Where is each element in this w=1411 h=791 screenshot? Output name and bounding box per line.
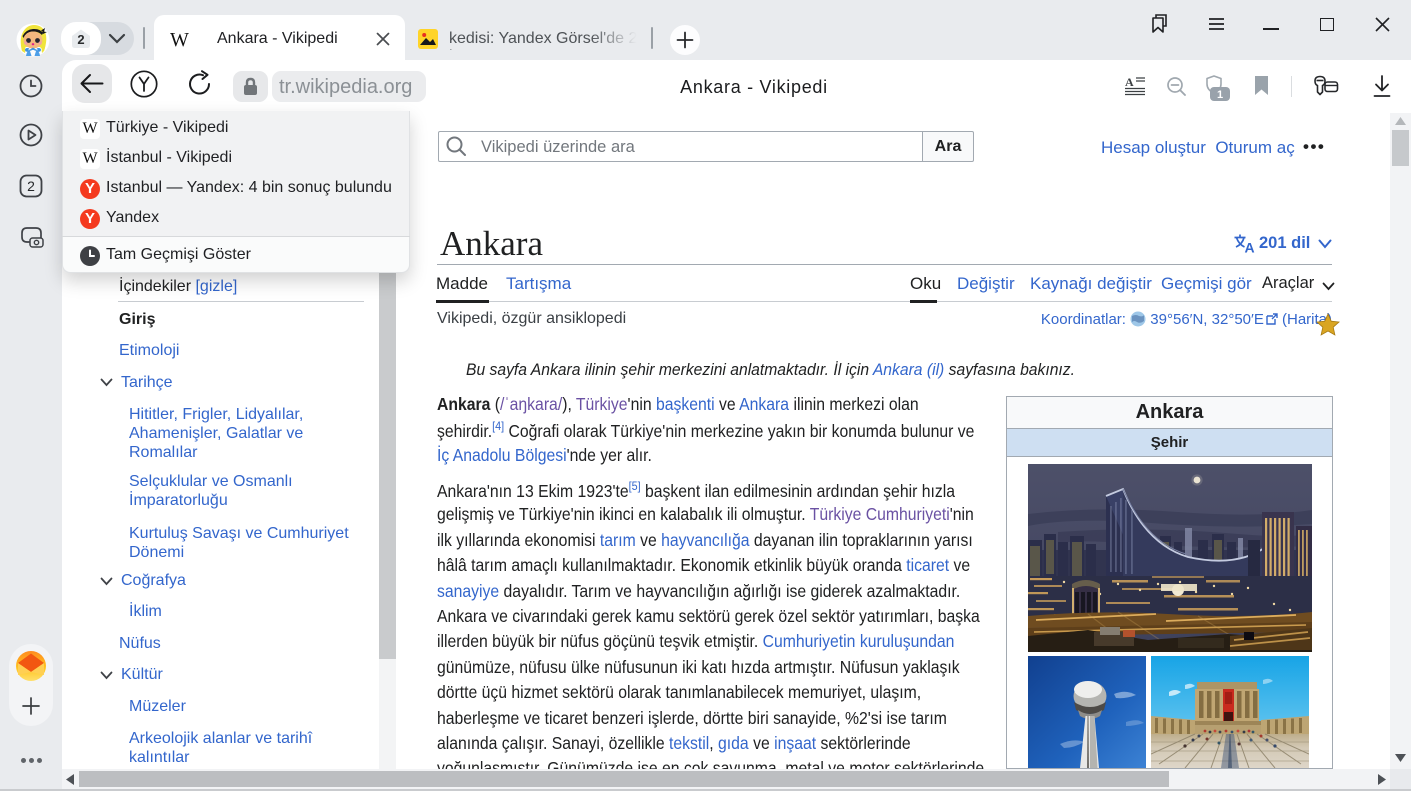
svg-text:2: 2 [27, 178, 35, 194]
svg-text:1: 1 [1217, 89, 1223, 101]
svg-text:A: A [1125, 76, 1134, 89]
svg-text:A: A [1245, 240, 1255, 254]
svg-text:2: 2 [77, 32, 84, 47]
